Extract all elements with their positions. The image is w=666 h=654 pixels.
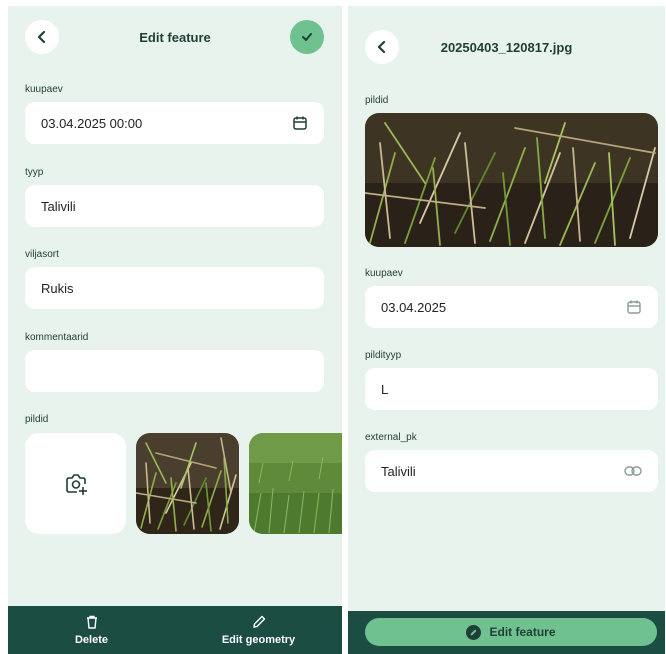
field-label-kuupaev: kuupaev	[25, 84, 63, 95]
type-value: Talivili	[41, 198, 76, 214]
type-field[interactable]: Talivili	[25, 185, 324, 227]
field-label-kuupaev: kuupaev	[365, 268, 403, 279]
trash-icon	[86, 615, 97, 629]
date-field[interactable]: 03.04.2025	[365, 286, 658, 328]
calendar-icon	[626, 299, 642, 315]
field-label-pildid: pildid	[365, 95, 389, 106]
external-pk-value: Talivili	[381, 463, 416, 479]
field-label-kommentaarid: kommentaarid	[25, 332, 89, 343]
photo-thumbnail[interactable]	[136, 433, 239, 534]
date-value: 03.04.2025 00:00	[41, 115, 143, 131]
link-icon[interactable]	[624, 465, 642, 477]
field-label-pildityyp: pildityyp	[365, 350, 402, 361]
edit-feature-screen: Edit feature kuupaev 03.04.2025 00:00 ty…	[8, 6, 342, 654]
calendar-icon[interactable]	[292, 115, 308, 131]
delete-button[interactable]: Delete	[8, 606, 175, 654]
pencil-icon	[466, 624, 482, 640]
variety-field[interactable]: Rukis	[25, 267, 324, 309]
field-label-pildid: pildid	[25, 414, 49, 425]
edit-feature-button[interactable]: Edit feature	[365, 618, 657, 646]
check-icon	[302, 33, 312, 41]
photo-detail-screen: 20250403_120817.jpg pildid kuupaev 03.04…	[348, 6, 665, 654]
comments-field[interactable]	[25, 350, 324, 392]
date-value: 03.04.2025	[381, 299, 447, 315]
page-title: 20250403_120817.jpg	[440, 40, 573, 55]
photo-type-value: L	[381, 381, 389, 397]
date-field[interactable]: 03.04.2025 00:00	[25, 102, 324, 144]
photo-thumbnail[interactable]	[249, 433, 342, 534]
edit-geometry-button[interactable]: Edit geometry	[175, 606, 342, 654]
variety-value: Rukis	[41, 280, 74, 296]
add-photo-button[interactable]	[25, 433, 126, 534]
photo-type-field[interactable]: L	[365, 368, 658, 410]
field-label-external-pk: external_pk	[365, 432, 417, 443]
field-label-tyyp: tyyp	[25, 167, 44, 178]
field-label-viljasort: viljasort	[25, 249, 59, 260]
delete-label: Delete	[74, 634, 109, 646]
edit-feature-label: Edit feature	[489, 625, 556, 639]
external-pk-field[interactable]: Talivili	[365, 450, 658, 492]
edit-geometry-label: Edit geometry	[221, 634, 296, 646]
camera-add-icon	[65, 473, 87, 495]
footer-bar: Edit feature	[348, 611, 665, 654]
bottom-action-bar: Delete Edit geometry	[8, 606, 342, 654]
save-button[interactable]	[290, 20, 324, 54]
pencil-icon	[252, 615, 265, 628]
photo-preview[interactable]	[365, 113, 658, 247]
